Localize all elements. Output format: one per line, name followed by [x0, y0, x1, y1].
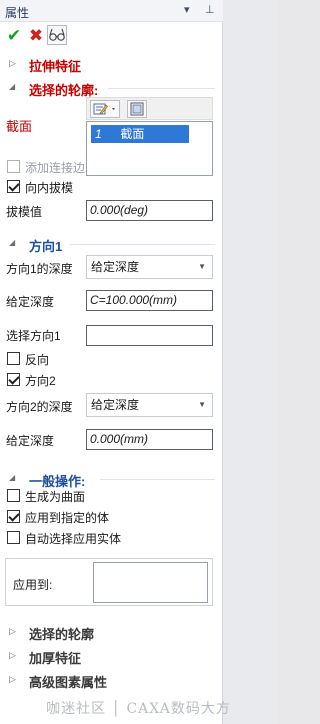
- expand-arrow-icon: ▷: [9, 626, 16, 636]
- panel-dropdown-icon[interactable]: ▾: [184, 3, 190, 16]
- select-direction1-input[interactable]: [86, 325, 213, 346]
- profile-list[interactable]: 1 截面: [86, 121, 213, 176]
- auto-select-checkbox[interactable]: [7, 531, 20, 544]
- direction2-depth-label: 方向2的深度: [6, 400, 73, 414]
- collapse-arrow-icon: ◢: [9, 82, 16, 91]
- given-depth2-label: 给定深度: [6, 434, 55, 448]
- profile-item-name: 截面: [120, 127, 145, 141]
- apply-to-body-label: 应用到指定的体: [25, 511, 110, 525]
- picture-icon: [130, 102, 144, 116]
- profile-item-index: 1: [95, 127, 102, 141]
- direction1-depth-value: 给定深度: [91, 260, 140, 274]
- auto-select-label: 自动选择应用实体: [25, 532, 122, 546]
- section-divider: [108, 88, 215, 89]
- expand-arrow-icon: ▷: [9, 650, 16, 660]
- pin-icon[interactable]: ⊥: [205, 3, 215, 16]
- given-depth-label: 给定深度: [6, 295, 55, 309]
- add-join-edge-checkbox[interactable]: [7, 160, 20, 173]
- cancel-button[interactable]: ✖: [26, 26, 46, 46]
- preview-button[interactable]: [47, 25, 67, 45]
- edit-sketch-icon: [93, 103, 115, 115]
- apply-to-label: 应用到:: [13, 578, 53, 592]
- section-thicken[interactable]: ▷ 加厚特征: [0, 646, 223, 666]
- collapse-arrow-icon: ◢: [9, 473, 16, 482]
- section-direction1[interactable]: ◢ 方向1: [0, 234, 223, 254]
- pick-profile-button[interactable]: [127, 100, 147, 118]
- chevron-down-icon: ▼: [198, 400, 206, 409]
- chevron-down-icon: ▼: [198, 262, 206, 271]
- action-toolbar: ✔ ✖: [0, 22, 223, 50]
- select-direction1-label: 选择方向1: [6, 329, 61, 343]
- inward-draft-checkbox[interactable]: [7, 180, 20, 193]
- draft-value-label: 拔模值: [6, 205, 43, 219]
- section-extrude-label: 拉伸特征: [29, 59, 82, 74]
- section-profile[interactable]: ◢ 选择的轮廓:: [0, 78, 223, 98]
- profile-tool-strip: [86, 97, 213, 120]
- expand-arrow-icon: ▷: [9, 58, 16, 68]
- apply-to-group: 应用到:: [5, 558, 213, 606]
- section-advanced[interactable]: ▷ 高级图素属性: [0, 670, 223, 690]
- glasses-icon: [49, 28, 65, 41]
- ok-button[interactable]: ✔: [4, 26, 24, 46]
- reverse-checkbox[interactable]: [7, 352, 20, 365]
- panel-titlebar: 属性 ▾ ⊥: [0, 0, 223, 22]
- section-general[interactable]: ◢ 一般操作:: [0, 469, 223, 489]
- section-profile-collapsed-label: 选择的轮廓: [29, 627, 95, 642]
- properties-panel: 属性 ▾ ⊥ ✔ ✖ ▷ 拉伸特征 ◢ 选择的轮廓: 截面 1 截面 添加连接边…: [0, 0, 223, 724]
- given-depth2-input[interactable]: 0.000(mm): [86, 429, 213, 450]
- inward-draft-label: 向内拔模: [25, 181, 74, 195]
- viewport-edge: [223, 0, 277, 724]
- apply-to-body-checkbox[interactable]: [7, 510, 20, 523]
- collapse-arrow-icon: ◢: [9, 238, 16, 247]
- profile-field-label: 截面: [6, 119, 33, 134]
- make-surface-checkbox[interactable]: [7, 489, 20, 502]
- expand-arrow-icon: ▷: [9, 674, 16, 684]
- panel-title: 属性: [5, 6, 30, 20]
- watermark-text: 咖迷社区 │ CAXA数码大方: [46, 701, 231, 717]
- direction2-depth-value: 给定深度: [91, 398, 140, 412]
- edit-profile-button[interactable]: [90, 100, 120, 118]
- reverse-label: 反向: [25, 353, 50, 367]
- draft-value-input[interactable]: 0.000(deg): [86, 200, 213, 221]
- section-thicken-label: 加厚特征: [29, 651, 82, 666]
- add-join-edge-label: 添加连接边: [25, 161, 86, 175]
- direction2-checkbox[interactable]: [7, 373, 20, 386]
- direction1-depth-select[interactable]: 给定深度 ▼: [86, 255, 213, 279]
- given-depth-input[interactable]: C=100.000(mm): [86, 290, 213, 311]
- section-divider: [70, 244, 215, 245]
- direction1-depth-label: 方向1的深度: [6, 262, 73, 276]
- section-profile-collapsed[interactable]: ▷ 选择的轮廓: [0, 622, 223, 642]
- direction2-label: 方向2: [25, 374, 56, 388]
- section-divider: [100, 479, 215, 480]
- section-extrude-feature[interactable]: ▷ 拉伸特征: [0, 54, 223, 74]
- section-advanced-label: 高级图素属性: [29, 675, 108, 690]
- make-surface-label: 生成为曲面: [25, 490, 86, 504]
- section-direction1-label: 方向1: [29, 239, 63, 254]
- profile-list-item[interactable]: 1 截面: [91, 125, 189, 143]
- direction2-depth-select[interactable]: 给定深度 ▼: [86, 393, 213, 417]
- apply-to-list[interactable]: [93, 562, 208, 603]
